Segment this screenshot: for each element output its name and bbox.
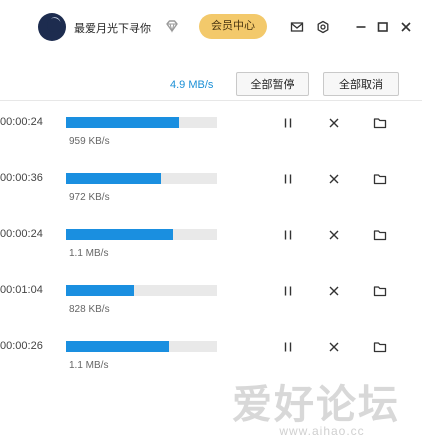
close-icon[interactable] — [399, 20, 413, 34]
download-speed: 1.1 MB/s — [69, 360, 109, 371]
pause-icon[interactable] — [281, 228, 295, 242]
time-remaining: 00:00:26 — [0, 340, 43, 352]
pause-icon[interactable] — [281, 116, 295, 130]
progress-bar — [66, 229, 217, 240]
username[interactable]: 最爱月光下寻你 — [74, 20, 151, 36]
folder-icon[interactable] — [373, 116, 387, 130]
folder-icon[interactable] — [373, 340, 387, 354]
progress-bar — [66, 117, 217, 128]
cancel-icon[interactable] — [327, 228, 341, 242]
time-remaining: 00:00:36 — [0, 172, 43, 184]
settings-icon[interactable] — [316, 20, 330, 34]
download-row: 00:00:24 1.1 MB/s — [0, 228, 422, 284]
cancel-icon[interactable] — [327, 172, 341, 186]
progress-fill — [66, 285, 134, 296]
time-remaining: 00:00:24 — [0, 116, 43, 128]
minimize-icon[interactable] — [354, 20, 368, 34]
download-speed: 972 KB/s — [69, 192, 110, 203]
progress-bar — [66, 285, 217, 296]
total-speed: 4.9 MB/s — [170, 79, 214, 91]
download-speed: 1.1 MB/s — [69, 248, 109, 259]
download-row: 00:01:04 828 KB/s — [0, 284, 422, 340]
cancel-icon[interactable] — [327, 340, 341, 354]
progress-bar — [66, 341, 217, 352]
folder-icon[interactable] — [373, 284, 387, 298]
progress-fill — [66, 229, 173, 240]
pause-icon[interactable] — [281, 340, 295, 354]
cancel-icon[interactable] — [327, 284, 341, 298]
watermark-logo: 爱好论坛 www.aihao.cc — [232, 372, 412, 444]
download-row: 00:00:36 972 KB/s — [0, 172, 422, 228]
time-remaining: 00:01:04 — [0, 284, 43, 296]
pause-all-button[interactable]: 全部暂停 — [236, 72, 309, 96]
download-row: 00:00:24 959 KB/s — [0, 116, 422, 172]
title-bar: 最爱月光下寻你 会员中心 — [0, 0, 422, 54]
progress-fill — [66, 341, 169, 352]
time-remaining: 00:00:24 — [0, 228, 43, 240]
pause-icon[interactable] — [281, 172, 295, 186]
progress-fill — [66, 173, 161, 184]
folder-icon[interactable] — [373, 228, 387, 242]
maximize-icon[interactable] — [376, 20, 390, 34]
folder-icon[interactable] — [373, 172, 387, 186]
vip-center-button[interactable]: 会员中心 — [199, 14, 267, 39]
avatar[interactable] — [38, 13, 66, 41]
progress-fill — [66, 117, 179, 128]
progress-bar — [66, 173, 217, 184]
cancel-all-button[interactable]: 全部取消 — [323, 72, 399, 96]
watermark-text: 爱好论坛 — [232, 383, 400, 427]
pause-icon[interactable] — [281, 284, 295, 298]
mail-icon[interactable] — [290, 20, 304, 34]
download-speed: 828 KB/s — [69, 304, 110, 315]
diamond-icon — [166, 20, 178, 33]
download-speed: 959 KB/s — [69, 136, 110, 147]
cancel-icon[interactable] — [327, 116, 341, 130]
